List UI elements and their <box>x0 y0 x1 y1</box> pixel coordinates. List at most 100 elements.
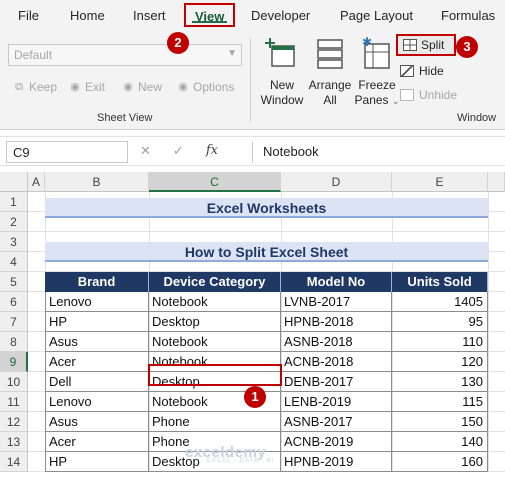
table-cell[interactable]: Acer <box>45 432 149 452</box>
tab-formulas[interactable]: Formulas <box>441 8 495 23</box>
table-cell[interactable]: 1405 <box>392 292 488 312</box>
new-button[interactable]: ◉ New <box>121 80 162 94</box>
row-header-3[interactable]: 3 <box>0 232 28 252</box>
freeze-panes-line1: Freeze <box>358 78 396 92</box>
column-header-a[interactable]: A <box>28 172 45 192</box>
table-cell[interactable]: LVNB-2017 <box>281 292 392 312</box>
cancel-icon[interactable]: ✕ <box>140 143 151 159</box>
ribbon: Default ▼ ⧉ Keep ◉ Exit ◉ New ◉ Options … <box>0 30 505 130</box>
freeze-panes-button[interactable]: ✱ Freeze Panes ⌄ <box>354 35 400 109</box>
row-header-2[interactable]: 2 <box>0 212 28 232</box>
column-header-c[interactable]: C <box>149 172 281 192</box>
split-button[interactable]: Split <box>396 34 456 56</box>
table-header-cell[interactable]: Model No <box>281 272 392 292</box>
table-cell[interactable]: ASNB-2017 <box>281 412 392 432</box>
column-header-b[interactable]: B <box>45 172 149 192</box>
group-separator <box>250 38 251 122</box>
row-header-9[interactable]: 9 <box>0 352 28 372</box>
table-cell[interactable]: Asus <box>45 412 149 432</box>
tab-page-layout[interactable]: Page Layout <box>340 8 413 23</box>
check-icon[interactable]: ✓ <box>173 143 184 159</box>
column-header-e[interactable]: E <box>392 172 488 192</box>
table-cell[interactable]: Phone <box>149 412 281 432</box>
row-header-14[interactable]: 14 <box>0 452 28 472</box>
row-header-13[interactable]: 13 <box>0 432 28 452</box>
table-header-cell[interactable]: Units Sold <box>392 272 488 292</box>
table-cell[interactable]: Notebook <box>149 332 281 352</box>
chevron-down-icon: ▼ <box>227 48 237 59</box>
exit-button[interactable]: ◉ Exit <box>68 80 105 94</box>
table-cell[interactable]: 150 <box>392 412 488 432</box>
table-cell[interactable]: 130 <box>392 372 488 392</box>
tab-view[interactable]: View <box>184 3 236 27</box>
row-header-1[interactable]: 1 <box>0 192 28 212</box>
tab-developer[interactable]: Developer <box>251 8 310 23</box>
active-cell-c9[interactable] <box>148 364 282 386</box>
gridline-vertical <box>488 192 489 472</box>
freeze-panes-line2: Panes ⌄ <box>354 93 400 107</box>
table-cell[interactable]: ACNB-2018 <box>281 352 392 372</box>
sheet-subtitle: How to Split Excel Sheet <box>45 242 488 262</box>
table-cell[interactable]: Notebook <box>149 292 281 312</box>
table-cell[interactable]: 120 <box>392 352 488 372</box>
table-cell[interactable]: HPNB-2018 <box>281 312 392 332</box>
table-cell[interactable]: 110 <box>392 332 488 352</box>
step-badge-2: 2 <box>167 32 189 54</box>
formula-input[interactable]: Notebook <box>252 141 502 163</box>
row-header-8[interactable]: 8 <box>0 332 28 352</box>
column-header-d[interactable]: D <box>281 172 392 192</box>
eye-exit-icon: ◉ <box>70 81 80 93</box>
table-cell[interactable]: 140 <box>392 432 488 452</box>
row-header-11[interactable]: 11 <box>0 392 28 412</box>
formula-bar: C9 ✕ ✓ fx Notebook <box>0 136 505 166</box>
sheet-title: Excel Worksheets <box>45 198 488 218</box>
table-cell[interactable]: 160 <box>392 452 488 472</box>
eye-new-icon: ◉ <box>123 81 133 93</box>
unhide-button[interactable]: Unhide <box>400 88 457 102</box>
keep-icon: ⧉ <box>15 81 23 93</box>
table-cell[interactable]: Desktop <box>149 312 281 332</box>
table-header-cell[interactable]: Device Category <box>149 272 281 292</box>
table-cell[interactable]: Lenovo <box>45 392 149 412</box>
name-box[interactable]: C9 <box>6 141 128 163</box>
unhide-icon <box>400 89 414 101</box>
insert-function-icon[interactable]: fx <box>206 143 218 159</box>
table-cell[interactable]: Asus <box>45 332 149 352</box>
new-label: New <box>138 80 163 94</box>
row-header-4[interactable]: 4 <box>0 252 28 272</box>
select-all-corner[interactable] <box>0 172 28 192</box>
column-header-f[interactable] <box>488 172 505 192</box>
table-cell[interactable]: ACNB-2019 <box>281 432 392 452</box>
table-cell[interactable]: HP <box>45 312 149 332</box>
step-badge-3: 3 <box>456 36 478 58</box>
table-cell[interactable]: Acer <box>45 352 149 372</box>
tab-file[interactable]: File <box>18 8 39 23</box>
row-header-12[interactable]: 12 <box>0 412 28 432</box>
options-button[interactable]: ◉ Options <box>176 80 234 94</box>
table-cell[interactable]: HPNB-2019 <box>281 452 392 472</box>
keep-button[interactable]: ⧉ Keep <box>12 80 57 94</box>
table-cell[interactable]: DENB-2017 <box>281 372 392 392</box>
svg-text:✱: ✱ <box>362 36 372 49</box>
hide-button[interactable]: Hide <box>400 64 444 78</box>
new-window-button[interactable]: New Window <box>258 36 306 108</box>
step-badge-1: 1 <box>244 386 266 408</box>
row-header-7[interactable]: 7 <box>0 312 28 332</box>
gridline-horizontal <box>28 231 505 232</box>
table-cell[interactable]: LENB-2019 <box>281 392 392 412</box>
table-cell[interactable]: 115 <box>392 392 488 412</box>
sheet-view-dropdown[interactable]: Default ▼ <box>8 44 242 66</box>
row-header-6[interactable]: 6 <box>0 292 28 312</box>
table-cell[interactable]: Lenovo <box>45 292 149 312</box>
row-header-10[interactable]: 10 <box>0 372 28 392</box>
row-header-5[interactable]: 5 <box>0 272 28 292</box>
table-cell[interactable]: Dell <box>45 372 149 392</box>
sheet-view-value: Default <box>14 48 53 62</box>
tab-home[interactable]: Home <box>70 8 105 23</box>
table-cell[interactable]: HP <box>45 452 149 472</box>
tab-insert[interactable]: Insert <box>133 8 166 23</box>
table-header-cell[interactable]: Brand <box>45 272 149 292</box>
table-cell[interactable]: 95 <box>392 312 488 332</box>
arrange-all-button[interactable]: Arrange All <box>306 36 354 108</box>
table-cell[interactable]: ASNB-2018 <box>281 332 392 352</box>
